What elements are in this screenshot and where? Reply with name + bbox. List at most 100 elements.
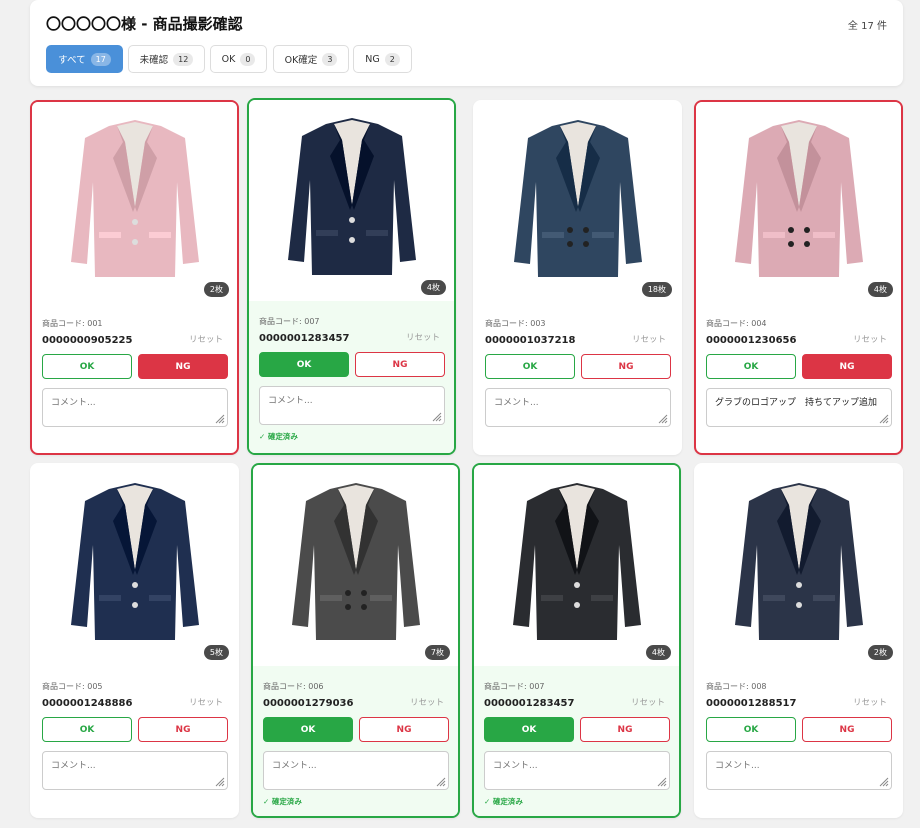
reset-link[interactable]: リセット [631, 696, 665, 708]
product-meta: 商品コード: 005 0000001248886 リセット OK NG [32, 666, 237, 816]
image-count-badge: 2枚 [203, 282, 229, 297]
product-code-label: 商品コード: 003 [485, 319, 546, 328]
product-code-value: 0000001248886 [42, 698, 133, 709]
product-card: 18枚 商品コード: 003 0000001037218 リセット OK NG [473, 100, 682, 455]
resize-grip-icon[interactable] [215, 414, 225, 424]
product-image-area[interactable]: 4枚 [474, 465, 679, 666]
product-meta: 商品コード: 003 0000001037218 リセット OK NG [475, 303, 680, 453]
product-image-area[interactable]: 5枚 [32, 465, 237, 666]
tab-ok[interactable]: OK 0 [210, 45, 267, 73]
comment-input[interactable] [263, 751, 449, 790]
comment-input[interactable] [484, 751, 670, 790]
jacket-image [734, 120, 863, 277]
ok-button[interactable]: OK [42, 717, 132, 742]
ng-button[interactable]: NG [802, 717, 892, 742]
tab-label: OK [221, 53, 236, 65]
resize-grip-icon[interactable] [879, 777, 889, 787]
product-code-label: 商品コード: 005 [42, 682, 103, 691]
jacket-image [291, 483, 420, 640]
product-meta: 商品コード: 004 0000001230656 リセット OK NG [696, 303, 901, 453]
comment-input[interactable] [42, 388, 228, 427]
product-image-area[interactable]: 2枚 [696, 465, 901, 666]
product-code-label: 商品コード: 001 [42, 319, 103, 328]
ng-button[interactable]: NG [138, 354, 228, 379]
jacket-image [70, 483, 199, 640]
resize-grip-icon[interactable] [436, 777, 446, 787]
product-card: 4枚 商品コード: 007 0000001283457 リセット OK NG ✓… [472, 463, 681, 818]
reset-link[interactable]: リセット [406, 331, 440, 343]
product-code-label: 商品コード: 007 [484, 682, 545, 691]
resize-grip-icon[interactable] [215, 777, 225, 787]
product-code-label: 商品コード: 008 [706, 682, 767, 691]
tab-label: 未確認 [139, 55, 169, 66]
tab-unconfirmed[interactable]: 未確認 12 [128, 45, 205, 73]
product-card: 4枚 商品コード: 007 0000001283457 リセット OK NG ✓… [247, 98, 456, 455]
ok-button[interactable]: OK [706, 717, 796, 742]
product-code-value: 0000001283457 [484, 698, 575, 709]
tab-count-badge: 0 [240, 52, 256, 66]
resize-grip-icon[interactable] [879, 414, 889, 424]
product-image-area[interactable]: 7枚 [253, 465, 458, 666]
comment-input[interactable] [42, 751, 228, 790]
product-code-value: 0000001279036 [263, 698, 354, 709]
resize-grip-icon[interactable] [657, 777, 667, 787]
product-image-area[interactable]: 4枚 [249, 100, 454, 301]
jacket-image [70, 120, 199, 277]
ng-button[interactable]: NG [802, 354, 892, 379]
jacket-image [734, 483, 863, 640]
comment-input[interactable] [706, 388, 892, 427]
product-image-area[interactable]: 4枚 [696, 102, 901, 303]
product-code-value: 0000000905225 [42, 335, 133, 346]
resize-grip-icon[interactable] [432, 412, 442, 422]
reset-link[interactable]: リセット [853, 696, 887, 708]
reset-link[interactable]: リセット [853, 333, 887, 345]
ng-button[interactable]: NG [359, 717, 449, 742]
tab-all[interactable]: すべて 17 [46, 45, 123, 73]
image-count-badge: 4枚 [420, 280, 446, 295]
product-code-label: 商品コード: 007 [259, 317, 320, 326]
product-meta: 商品コード: 007 0000001283457 リセット OK NG ✓ 確定… [474, 666, 679, 816]
comment-input[interactable] [485, 388, 671, 427]
image-count-badge: 7枚 [424, 645, 450, 660]
jacket-image [513, 120, 642, 277]
tab-label: OK確定 [284, 55, 318, 66]
header-panel: 〇〇〇〇〇様 - 商品撮影確認 全 17 件 すべて 17 未確認 12 OK … [30, 0, 903, 86]
ok-button[interactable]: OK [706, 354, 796, 379]
jacket-image [287, 118, 416, 275]
tab-count-badge: 12 [173, 52, 194, 66]
ng-button[interactable]: NG [355, 352, 445, 377]
tab-ng[interactable]: NG 2 [353, 45, 412, 73]
image-count-badge: 4枚 [867, 282, 893, 297]
image-count-badge: 4枚 [645, 645, 671, 660]
ok-button[interactable]: OK [485, 354, 575, 379]
tab-ok-confirmed[interactable]: OK確定 3 [273, 45, 349, 73]
confirmed-label: ✓ 確定済み [484, 797, 523, 806]
ng-button[interactable]: NG [138, 717, 228, 742]
product-code-value: 0000001037218 [485, 335, 576, 346]
jacket-image [512, 483, 641, 640]
product-card: 7枚 商品コード: 006 0000001279036 リセット OK NG ✓… [251, 463, 460, 818]
product-code-label: 商品コード: 006 [263, 682, 324, 691]
reset-link[interactable]: リセット [410, 696, 444, 708]
ok-button[interactable]: OK [484, 717, 574, 742]
ok-button[interactable]: OK [259, 352, 349, 377]
product-image-area[interactable]: 18枚 [475, 102, 680, 303]
comment-input[interactable] [706, 751, 892, 790]
product-code-value: 0000001288517 [706, 698, 797, 709]
product-image-area[interactable]: 2枚 [32, 102, 237, 303]
total-count: 全 17 件 [847, 21, 887, 32]
resize-grip-icon[interactable] [658, 414, 668, 424]
reset-link[interactable]: リセット [632, 333, 666, 345]
reset-link[interactable]: リセット [189, 696, 223, 708]
product-card: 2枚 商品コード: 001 0000000905225 リセット OK NG [30, 100, 239, 455]
tab-count-badge: 3 [322, 52, 338, 66]
ng-button[interactable]: NG [580, 717, 670, 742]
image-count-badge: 18枚 [641, 282, 672, 297]
reset-link[interactable]: リセット [189, 333, 223, 345]
tab-label: すべて [58, 55, 86, 66]
ok-button[interactable]: OK [263, 717, 353, 742]
tab-count-badge: 2 [384, 52, 400, 66]
ng-button[interactable]: NG [581, 354, 671, 379]
ok-button[interactable]: OK [42, 354, 132, 379]
comment-input[interactable] [259, 386, 445, 425]
